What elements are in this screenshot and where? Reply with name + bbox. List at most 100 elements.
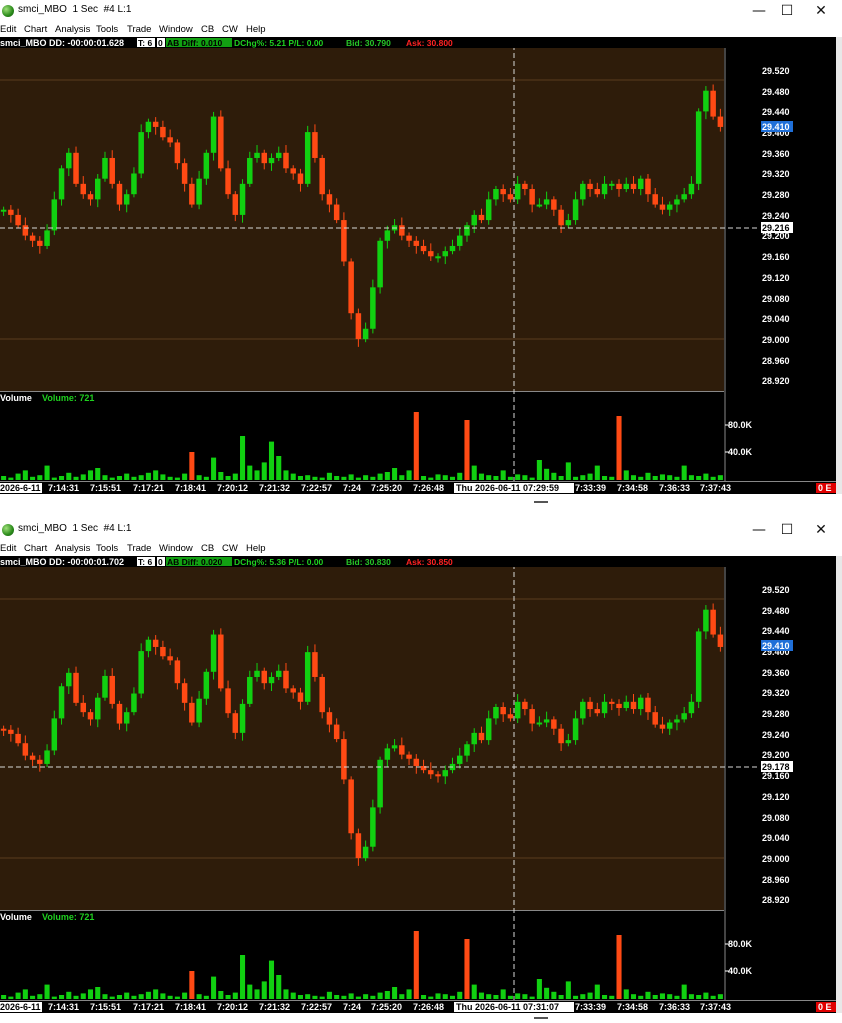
volume-bar: [8, 996, 14, 999]
candle-body: [420, 245, 427, 252]
volume-bar: [261, 981, 267, 999]
title-bar[interactable]: smci_MBO 1 Sec #4 L:1 — ☐ ✕: [0, 519, 842, 541]
menu-cb[interactable]: CB: [201, 24, 214, 35]
candle-body: [435, 256, 441, 259]
candle-body: [688, 183, 695, 195]
candle-body: [145, 639, 152, 652]
price-pane[interactable]: [0, 567, 724, 910]
maximize-button[interactable]: ☐: [770, 519, 804, 541]
menu-edit[interactable]: Edit: [0, 543, 16, 554]
chart-area[interactable]: smci_MBO DD: -00:00:01.628 T: 6 0 AB Dif…: [0, 37, 836, 494]
menu-trade[interactable]: Trade: [127, 543, 151, 554]
volume-bar: [124, 992, 130, 999]
volume-bar: [218, 991, 224, 999]
menu-window[interactable]: Window: [159, 24, 193, 35]
chart-svg[interactable]: smci_MBO DD: -00:00:01.702 T: 6 0 AB Dif…: [0, 556, 836, 1013]
resize-strip[interactable]: [0, 494, 842, 510]
candle-body: [377, 240, 383, 288]
candle-body: [210, 634, 217, 672]
maximize-button[interactable]: ☐: [770, 0, 804, 22]
volume-series: [1, 412, 723, 480]
menu-edit[interactable]: Edit: [0, 24, 16, 35]
volume-bar: [529, 996, 535, 999]
candle-body: [543, 199, 550, 205]
candle-body: [674, 719, 680, 723]
candle-body: [94, 697, 101, 720]
menu-analysis[interactable]: Analysis: [55, 543, 90, 554]
volume-bar: [399, 994, 405, 999]
volume-bar: [182, 992, 188, 999]
volume-bar: [717, 994, 723, 999]
time-tick: 7:34:58: [617, 483, 648, 493]
candle-body: [442, 770, 449, 777]
resize-grip[interactable]: [534, 501, 548, 503]
volume-bar: [232, 992, 238, 999]
price-tick: 29.080: [762, 813, 790, 823]
menu-trade[interactable]: Trade: [127, 24, 151, 35]
candle-body: [225, 688, 231, 714]
candle-body: [123, 194, 130, 205]
chart-area[interactable]: smci_MBO DD: -00:00:01.702 T: 6 0 AB Dif…: [0, 556, 836, 1013]
menu-cb[interactable]: CB: [201, 543, 214, 554]
candle-body: [152, 121, 159, 127]
menu-window[interactable]: Window: [159, 543, 193, 554]
volume-bar: [268, 960, 275, 999]
menu-tools[interactable]: Tools: [96, 24, 118, 35]
time-tick: 7:37:43: [700, 483, 731, 493]
candle-body: [659, 724, 666, 729]
chart-svg[interactable]: smci_MBO DD: -00:00:01.628 T: 6 0 AB Dif…: [0, 37, 836, 494]
candle-body: [630, 701, 637, 710]
candle-body: [268, 157, 275, 164]
resize-strip[interactable]: [0, 1013, 842, 1023]
volume-bar: [399, 475, 405, 480]
volume-bar: [652, 476, 658, 480]
time-tick: 7:25:20: [371, 1002, 402, 1012]
candle-body: [15, 214, 21, 226]
cursor-price: 29.216: [762, 223, 790, 233]
volume-bar: [211, 457, 217, 480]
menu-analysis[interactable]: Analysis: [55, 24, 90, 35]
resize-grip[interactable]: [534, 1017, 548, 1019]
candle-body: [109, 675, 115, 704]
bid-label: Bid: 30.830: [346, 557, 391, 567]
price-pane[interactable]: [0, 48, 724, 391]
candle-body: [485, 718, 492, 741]
menu-help[interactable]: Help: [246, 543, 266, 554]
menu-chart[interactable]: Chart: [24, 24, 47, 35]
candle-body: [333, 204, 340, 221]
candle-body: [594, 709, 601, 714]
candle-body: [174, 660, 181, 684]
volume-bar: [167, 476, 173, 480]
menu-tools[interactable]: Tools: [96, 543, 118, 554]
candle-body: [710, 90, 716, 117]
close-button[interactable]: ✕: [804, 519, 838, 541]
volume-bar: [225, 995, 231, 999]
candle-body: [94, 178, 101, 200]
menu-cw[interactable]: CW: [222, 24, 238, 35]
candle-body: [181, 683, 188, 703]
volume-bar: [703, 473, 709, 480]
zero-label: 0: [158, 38, 163, 48]
volume-bar: [688, 994, 694, 999]
menu-help[interactable]: Help: [246, 24, 266, 35]
volume-bar: [174, 477, 180, 480]
volume-bar: [66, 472, 72, 480]
menu-bar: Edit Chart Analysis Tools Trade Window C…: [0, 22, 842, 37]
volume-bar: [240, 955, 246, 999]
close-button[interactable]: ✕: [804, 0, 838, 22]
time-tick: 7:14:31: [48, 1002, 79, 1012]
volume-bar: [232, 473, 238, 480]
menu-chart[interactable]: Chart: [24, 543, 47, 554]
menu-cw[interactable]: CW: [222, 543, 238, 554]
candle-body: [456, 235, 463, 246]
chart-window-top: smci_MBO 1 Sec #4 L:1 — ☐ ✕ Edit Chart A…: [0, 0, 842, 512]
volume-bar: [421, 476, 427, 480]
candle-body: [355, 833, 362, 859]
volume-bar: [370, 995, 376, 999]
candle-body: [717, 116, 724, 127]
title-bar[interactable]: smci_MBO 1 Sec #4 L:1 — ☐ ✕: [0, 0, 842, 22]
volume-bar: [145, 472, 151, 480]
candle-body: [666, 204, 673, 210]
time-tick: 7:24: [343, 1002, 361, 1012]
candle-body: [609, 701, 615, 704]
